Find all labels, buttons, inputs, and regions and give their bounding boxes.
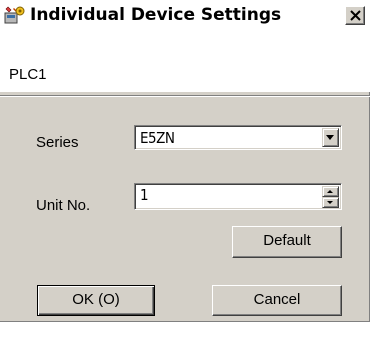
series-label: Series — [36, 134, 79, 151]
default-button[interactable]: Default — [232, 226, 342, 258]
ok-button[interactable]: OK (O) — [37, 285, 155, 316]
unit-no-value: 1 — [140, 186, 149, 204]
spin-up-button[interactable] — [322, 186, 339, 197]
spin-down-button[interactable] — [322, 197, 339, 208]
ok-button-label: OK (O) — [72, 291, 120, 308]
device-settings-icon — [4, 5, 26, 25]
dialog-title: Individual Device Settings — [30, 5, 282, 25]
title-bar[interactable]: Individual Device Settings — [0, 0, 370, 30]
individual-device-settings-dialog: Individual Device Settings PLC1 Series E… — [0, 0, 370, 322]
triangle-down-icon — [326, 135, 334, 140]
header-panel — [0, 30, 370, 92]
spin-down-icon — [327, 201, 333, 204]
close-icon — [350, 10, 361, 21]
series-dropdown-button[interactable] — [322, 128, 339, 147]
series-select-value: E5ZN — [140, 129, 175, 147]
unit-no-label: Unit No. — [36, 197, 91, 214]
close-button[interactable] — [345, 6, 365, 25]
cancel-button[interactable]: Cancel — [212, 285, 342, 316]
unit-no-input[interactable]: 1 — [134, 183, 342, 210]
spin-up-icon — [327, 190, 333, 193]
device-name-label: PLC1 — [9, 66, 47, 83]
series-select[interactable]: E5ZN — [134, 125, 342, 150]
separator — [0, 95, 370, 97]
